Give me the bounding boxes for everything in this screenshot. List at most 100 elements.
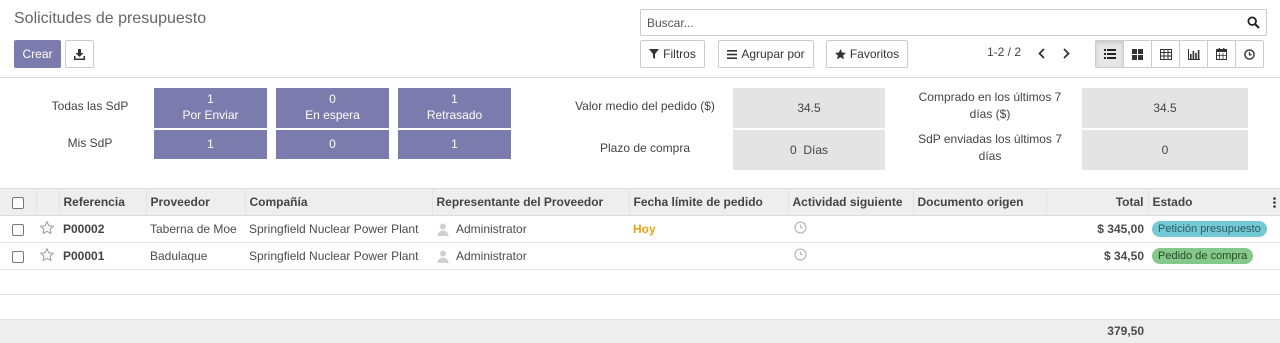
star-outline-icon[interactable] (39, 220, 55, 235)
company-cell: Springfield Nuclear Power Plant (245, 215, 432, 243)
vendor-rep-name: Administrator (456, 248, 527, 263)
kanban-view-icon (1132, 48, 1143, 60)
tile-all-late[interactable]: 1 Retrasado (398, 88, 511, 128)
header-order-deadline[interactable]: Fecha límite de pedido (628, 188, 788, 216)
favorites-button[interactable]: Favoritos (826, 40, 908, 68)
header-company[interactable]: Compañía (244, 188, 432, 216)
filter-icon (649, 49, 660, 59)
purchase-dashboard: Todas las SdP Mis SdP 1 Por Enviar 0 En … (0, 79, 1280, 188)
graph-view-icon (1187, 48, 1200, 60)
pager-next-button[interactable] (1060, 46, 1072, 60)
select-all-cell[interactable] (0, 188, 36, 216)
tile-count: 0 (329, 92, 336, 106)
select-all-checkbox[interactable] (12, 196, 24, 209)
header-vendor-rep[interactable]: Representante del Proveedor (431, 188, 629, 216)
view-switcher (1095, 40, 1264, 68)
pager-previous-button[interactable] (1035, 46, 1047, 60)
table-footer: 379,50 (0, 319, 1280, 343)
favorite-cell[interactable] (36, 242, 59, 270)
avg-order-value: 34.5 (733, 88, 885, 128)
chevron-left-icon (1037, 47, 1045, 59)
rfq-table: Referencia Proveedor Compañía Representa… (0, 188, 1280, 343)
download-icon (74, 48, 85, 60)
tile-label: Por Enviar (182, 108, 239, 122)
all-rfqs-label: Todas las SdP (51, 99, 129, 113)
table-header: Referencia Proveedor Compañía Representa… (0, 188, 1280, 216)
header-reference[interactable]: Referencia (58, 188, 146, 216)
search-icon[interactable] (1247, 16, 1260, 29)
list-view-icon (1103, 49, 1116, 59)
status-cell: Petición presupuesto (1148, 215, 1280, 243)
lead-time-label: Plazo de compra (599, 141, 691, 155)
tile-all-waiting[interactable]: 0 En espera (276, 88, 389, 128)
create-button[interactable]: Crear (14, 40, 61, 68)
page-title: Solicitudes de presupuesto (14, 10, 207, 27)
vendor-cell: Taberna de Moe (146, 215, 245, 243)
table-row[interactable]: P00002 Taberna de Moe Springfield Nuclea… (0, 215, 1280, 243)
row-checkbox[interactable] (12, 250, 24, 263)
tile-my-late[interactable]: 1 (398, 130, 511, 159)
my-rfqs-label: Mis SdP (67, 136, 113, 150)
graph-view-button[interactable] (1179, 40, 1208, 68)
search-bar[interactable] (640, 9, 1267, 36)
sum-total: 379,50 (1046, 319, 1148, 343)
vendor-cell: Badulaque (146, 242, 245, 270)
next-activity-cell[interactable] (788, 242, 913, 270)
sent-7days-label: SdP enviadas los últimos 7 días (918, 132, 1062, 163)
bars-icon (727, 49, 738, 59)
company-cell: Springfield Nuclear Power Plant (245, 242, 432, 270)
deadline-cell: Hoy (629, 215, 788, 243)
row-select-cell[interactable] (0, 242, 36, 270)
user-avatar-icon (437, 223, 449, 237)
total-cell: $ 345,00 (1046, 215, 1148, 243)
favorites-label: Favoritos (849, 47, 900, 61)
tile-count: 1 (451, 92, 458, 106)
rfq-list: Referencia Proveedor Compañía Representa… (0, 188, 1280, 343)
tile-label: En espera (305, 108, 360, 122)
favorite-cell[interactable] (36, 215, 59, 243)
clock-icon[interactable] (794, 221, 807, 234)
header-favorite (35, 188, 59, 216)
tile-my-waiting[interactable]: 0 (276, 130, 389, 159)
vendor-rep-cell: Administrator (432, 215, 629, 243)
header-total[interactable]: Total (1045, 188, 1148, 216)
source-document-cell (913, 242, 1046, 270)
activity-view-button[interactable] (1235, 40, 1264, 68)
tile-all-to-send[interactable]: 1 Por Enviar (154, 88, 267, 128)
tile-my-to-send[interactable]: 1 (154, 130, 267, 159)
pivot-view-button[interactable] (1151, 40, 1180, 68)
groupby-label: Agrupar por (741, 47, 805, 61)
deadline-cell (629, 242, 788, 270)
avg-order-label: Valor medio del pedido ($) (575, 99, 715, 113)
calendar-view-button[interactable] (1207, 40, 1236, 68)
filters-label: Filtros (663, 47, 696, 61)
kanban-view-button[interactable] (1123, 40, 1152, 68)
calendar-view-icon (1216, 48, 1227, 60)
star-outline-icon[interactable] (39, 247, 55, 262)
pager-value[interactable]: 1-2 / 2 (987, 45, 1021, 59)
empty-row (0, 294, 1280, 320)
row-select-cell[interactable] (0, 215, 36, 243)
vendor-rep-cell: Administrator (432, 242, 629, 270)
groupby-button[interactable]: Agrupar por (718, 40, 814, 68)
filters-button[interactable]: Filtros (640, 40, 705, 68)
optional-columns-icon[interactable] (1273, 197, 1276, 208)
search-input[interactable] (641, 10, 1231, 35)
header-status[interactable]: Estado (1147, 188, 1280, 216)
reference-cell: P00001 (59, 242, 146, 270)
purchased-7days-label: Comprado en los últimos 7 días ($) (918, 90, 1062, 121)
clock-icon[interactable] (794, 248, 807, 261)
lead-time-value: 0 Días (733, 130, 885, 170)
header-vendor[interactable]: Proveedor (145, 188, 245, 216)
download-button[interactable] (65, 40, 94, 68)
sent-7days-value: 0 (1082, 130, 1248, 170)
control-panel: Solicitudes de presupuesto Crear Filtros… (0, 0, 1280, 78)
header-source-document[interactable]: Documento origen (912, 188, 1046, 216)
table-row[interactable]: P00001 Badulaque Springfield Nuclear Pow… (0, 242, 1280, 270)
header-next-activity[interactable]: Actividad siguiente (787, 188, 913, 216)
next-activity-cell[interactable] (788, 215, 913, 243)
row-checkbox[interactable] (12, 223, 24, 236)
star-icon (834, 48, 846, 59)
list-view-button[interactable] (1095, 40, 1124, 68)
source-document-cell (913, 215, 1046, 243)
